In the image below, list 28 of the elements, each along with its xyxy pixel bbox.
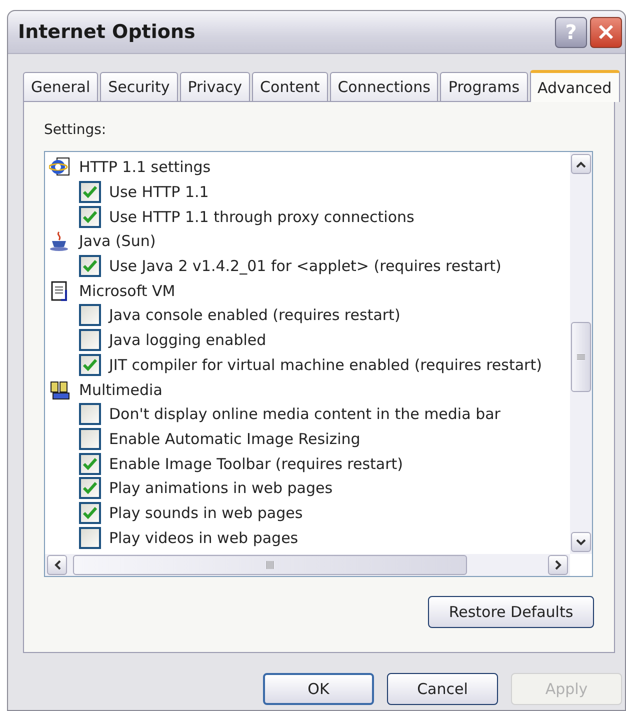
window-title: Internet Options xyxy=(18,21,196,43)
dialog-button[interactable]: Cancel xyxy=(387,673,498,705)
option-label: Java console enabled (requires restart) xyxy=(109,306,400,324)
tab[interactable]: Programs xyxy=(440,72,528,101)
option-label: Play animations in web pages xyxy=(109,479,333,498)
restore-defaults-button[interactable]: Restore Defaults xyxy=(428,596,594,628)
option-label: Use HTTP 1.1 through proxy connections xyxy=(109,208,414,226)
tab[interactable]: Content xyxy=(252,72,328,101)
tab[interactable]: Advanced xyxy=(530,70,620,102)
option-label: Use HTTP 1.1 xyxy=(109,183,209,202)
option-label: JIT compiler for virtual machine enabled (requires restart) xyxy=(109,356,542,374)
group-label: Java (Sun) xyxy=(79,232,156,250)
tab[interactable]: Privacy xyxy=(180,72,250,101)
group-label: Microsoft VM xyxy=(79,282,176,300)
option-label: Enable Image Toolbar (requires restart) xyxy=(109,454,404,473)
tab[interactable]: Connections xyxy=(330,72,438,101)
group-label: Multimedia xyxy=(79,380,162,399)
option-label: Enable Automatic Image Resizing xyxy=(109,430,360,448)
option-label: Play videos in web pages xyxy=(109,528,298,547)
option-label: Use Java 2 v1.4.2_01 for <applet> (requires restart) xyxy=(109,257,502,276)
option-label: Java logging enabled xyxy=(109,331,266,350)
settings-label: Settings: xyxy=(44,122,108,138)
option-label: Play sounds in web pages xyxy=(109,504,303,522)
option-label: Don't display online media content in the media bar xyxy=(109,405,500,424)
group-label: HTTP 1.1 settings xyxy=(79,158,211,176)
tab[interactable]: General xyxy=(23,72,98,101)
tab[interactable]: Security xyxy=(100,72,178,101)
dialog-button[interactable]: OK xyxy=(263,673,374,705)
